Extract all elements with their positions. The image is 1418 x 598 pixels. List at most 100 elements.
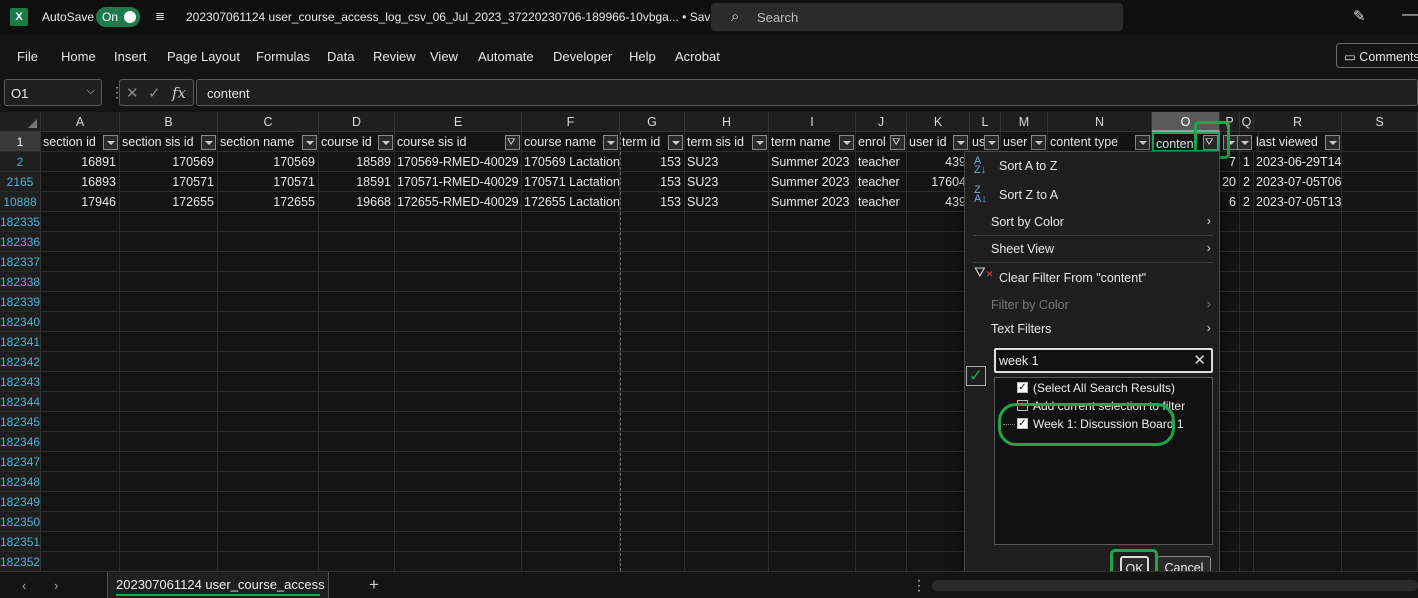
table-cell[interactable] <box>685 492 769 512</box>
table-cell[interactable] <box>685 272 769 292</box>
filter-dropdown-button[interactable] <box>752 135 767 150</box>
table-cell[interactable]: 17946 <box>41 192 120 212</box>
header-cell[interactable]: course sis id <box>395 132 522 152</box>
table-cell[interactable] <box>120 452 218 472</box>
table-cell[interactable] <box>120 492 218 512</box>
table-cell[interactable] <box>685 532 769 552</box>
row-header[interactable]: 182341 <box>0 332 41 352</box>
filter-active-icon[interactable]: ⛛ <box>890 135 905 150</box>
table-cell[interactable] <box>319 392 395 412</box>
table-cell[interactable] <box>907 392 970 412</box>
column-header-n[interactable]: N <box>1048 112 1152 132</box>
table-cell[interactable] <box>685 332 769 352</box>
table-cell[interactable] <box>769 232 856 252</box>
row-header[interactable]: 1 <box>0 132 41 152</box>
filter-dropdown-button[interactable] <box>1031 135 1046 150</box>
row-header[interactable]: 182344 <box>0 392 41 412</box>
table-cell[interactable] <box>41 372 120 392</box>
table-cell[interactable] <box>1240 512 1254 532</box>
table-cell[interactable] <box>907 232 970 252</box>
table-cell[interactable] <box>620 492 685 512</box>
table-cell[interactable] <box>1220 452 1240 472</box>
table-cell[interactable] <box>522 432 620 452</box>
row-header[interactable]: 182343 <box>0 372 41 392</box>
table-cell[interactable] <box>41 392 120 412</box>
column-header-h[interactable]: H <box>685 112 769 132</box>
table-cell[interactable] <box>907 492 970 512</box>
table-cell[interactable] <box>907 552 970 571</box>
table-cell[interactable] <box>1220 272 1240 292</box>
table-cell[interactable] <box>522 272 620 292</box>
tab-data[interactable]: Data <box>327 49 354 64</box>
table-cell[interactable] <box>769 372 856 392</box>
table-cell[interactable] <box>319 412 395 432</box>
filter-dropdown-button[interactable] <box>378 135 393 150</box>
table-cell[interactable] <box>856 292 907 312</box>
table-cell[interactable] <box>620 272 685 292</box>
table-cell[interactable]: 170569-RMED-40029 <box>395 152 522 172</box>
table-cell[interactable]: 170571 <box>120 172 218 192</box>
table-cell[interactable] <box>1220 512 1240 532</box>
table-cell[interactable] <box>620 512 685 532</box>
table-cell[interactable] <box>120 432 218 452</box>
filter-dropdown-button[interactable] <box>302 135 317 150</box>
table-cell[interactable] <box>218 232 319 252</box>
column-header-c[interactable]: C <box>218 112 319 132</box>
table-cell[interactable] <box>120 312 218 332</box>
table-cell[interactable] <box>769 312 856 332</box>
table-cell[interactable] <box>769 452 856 472</box>
table-cell[interactable] <box>1220 412 1240 432</box>
table-cell[interactable] <box>41 552 120 571</box>
tab-home[interactable]: Home <box>61 49 96 64</box>
table-cell[interactable] <box>319 232 395 252</box>
table-cell[interactable] <box>395 552 522 571</box>
table-cell[interactable] <box>1240 492 1254 512</box>
tab-review[interactable]: Review <box>373 49 416 64</box>
table-cell[interactable] <box>218 272 319 292</box>
row-header[interactable]: 182337 <box>0 252 41 272</box>
table-cell[interactable] <box>1240 532 1254 552</box>
confirm-entry-icon[interactable]: ✓ <box>148 84 161 102</box>
table-cell[interactable] <box>120 292 218 312</box>
table-cell[interactable] <box>522 472 620 492</box>
table-cell[interactable] <box>1254 212 1342 232</box>
table-cell[interactable]: 439 <box>907 152 970 172</box>
table-cell[interactable] <box>685 512 769 532</box>
row-header[interactable]: 182346 <box>0 432 41 452</box>
more-options-icon[interactable]: ⋮ <box>912 577 926 594</box>
table-cell[interactable]: 172655 <box>218 192 319 212</box>
row-header[interactable]: 182340 <box>0 312 41 332</box>
table-cell[interactable] <box>769 512 856 532</box>
filter-dropdown-button[interactable] <box>201 135 216 150</box>
table-cell[interactable] <box>907 332 970 352</box>
table-cell[interactable] <box>1220 312 1240 332</box>
table-cell[interactable] <box>769 392 856 412</box>
table-cell[interactable] <box>685 312 769 332</box>
table-cell[interactable] <box>522 452 620 472</box>
table-cell[interactable] <box>41 212 120 232</box>
table-cell[interactable] <box>620 392 685 412</box>
table-cell[interactable] <box>1254 552 1342 571</box>
row-header[interactable]: 2 <box>0 152 41 172</box>
table-cell[interactable] <box>1254 332 1342 352</box>
table-cell[interactable] <box>620 212 685 232</box>
filter-dropdown-button[interactable] <box>984 135 999 150</box>
table-cell[interactable] <box>41 332 120 352</box>
table-cell[interactable] <box>1342 452 1418 472</box>
table-cell[interactable] <box>41 312 120 332</box>
table-cell[interactable] <box>1240 552 1254 571</box>
next-sheet-icon[interactable]: › <box>54 578 58 593</box>
table-cell[interactable] <box>395 392 522 412</box>
insert-function-icon[interactable]: fx <box>172 84 186 102</box>
table-cell[interactable] <box>907 272 970 292</box>
table-cell[interactable]: 172655-RMED-40029 <box>395 192 522 212</box>
table-cell[interactable] <box>1342 412 1418 432</box>
row-header[interactable]: 182350 <box>0 512 41 532</box>
table-cell[interactable] <box>1220 472 1240 492</box>
filter-dropdown-button[interactable] <box>839 135 854 150</box>
table-cell[interactable] <box>395 232 522 252</box>
table-cell[interactable] <box>1254 372 1342 392</box>
table-cell[interactable] <box>395 532 522 552</box>
table-cell[interactable] <box>856 212 907 232</box>
table-cell[interactable] <box>1254 492 1342 512</box>
